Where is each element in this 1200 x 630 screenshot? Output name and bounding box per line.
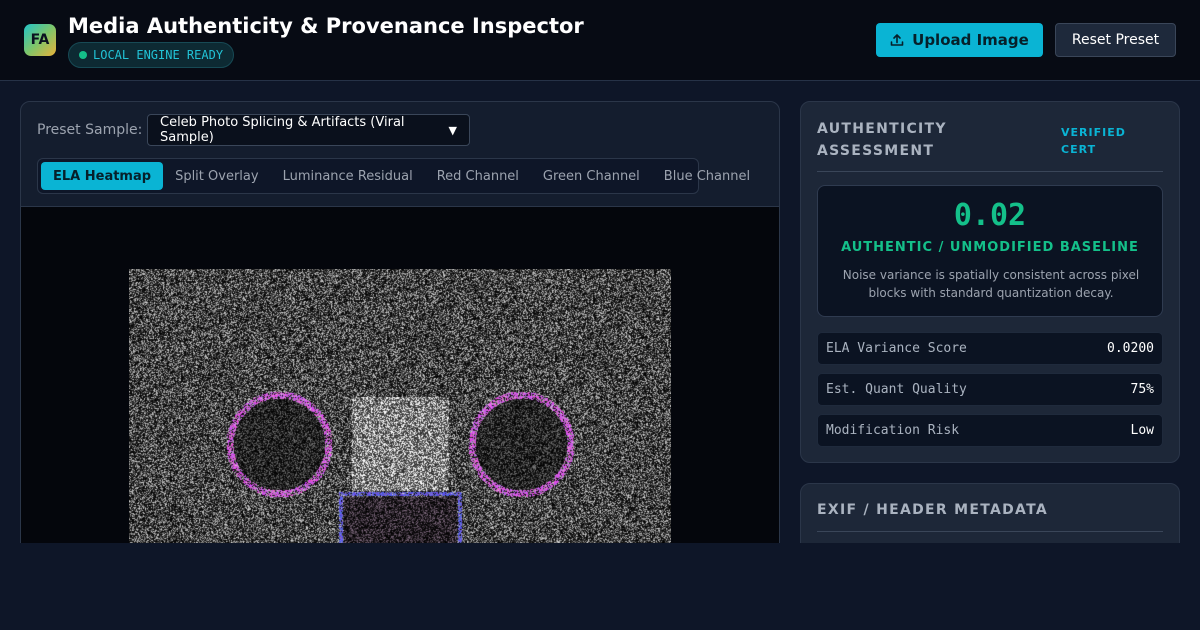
upload-image-label: Upload Image <box>912 31 1029 49</box>
page-background <box>0 543 1200 630</box>
chevron-down-icon: ▼ <box>448 123 457 137</box>
logo-text: FA <box>30 32 50 48</box>
upload-image-button[interactable]: Upload Image <box>876 23 1043 57</box>
tab-blue-channel[interactable]: Blue Channel <box>652 162 762 190</box>
metric-row: Modification Risk Low <box>817 414 1163 447</box>
view-tabs: ELA Heatmap Split Overlay Luminance Resi… <box>37 158 750 194</box>
status-dot-icon <box>79 51 87 59</box>
divider <box>817 531 1163 532</box>
metric-label: Modification Risk <box>826 423 960 438</box>
inspector-panel: Preset Sample: Celeb Photo Splicing & Ar… <box>20 101 780 561</box>
tab-ela-heatmap[interactable]: ELA Heatmap <box>41 162 164 190</box>
metric-label: ELA Variance Score <box>826 341 967 356</box>
authenticity-score: 0.02 <box>953 198 1027 233</box>
upload-icon <box>890 34 904 46</box>
metric-label: Est. Quant Quality <box>826 382 967 397</box>
image-viewer[interactable] <box>21 206 779 560</box>
app-title: Media Authenticity & Provenance Inspecto… <box>68 14 584 38</box>
verified-cert-badge: VERIFIED CERT <box>1061 126 1126 156</box>
top-bar: FA Media Authenticity & Provenance Inspe… <box>0 0 1200 81</box>
verdict-label: AUTHENTIC / UNMODIFIED BASELINE <box>841 240 1139 255</box>
tab-luminance-residual[interactable]: Luminance Residual <box>271 162 425 190</box>
metric-value: 0.0200 <box>1107 341 1154 356</box>
divider <box>817 171 1163 172</box>
preset-select-value: Celeb Photo Splicing & Artifacts (Viral … <box>160 115 405 145</box>
preset-select[interactable]: Celeb Photo Splicing & Artifacts (Viral … <box>147 114 470 146</box>
engine-status-badge: LOCAL ENGINE READY <box>68 42 235 68</box>
metric-row: ELA Variance Score 0.0200 <box>817 332 1163 365</box>
tab-green-channel[interactable]: Green Channel <box>531 162 652 190</box>
preset-label: Preset Sample: <box>37 122 143 138</box>
authenticity-assessment-panel: AUTHENTICITY ASSESSMENT VERIFIED CERT 0.… <box>800 101 1180 463</box>
metric-value: Low <box>1130 423 1154 438</box>
ela-heatmap-image <box>129 269 671 560</box>
reset-preset-button[interactable]: Reset Preset <box>1055 23 1176 57</box>
app-logo: FA <box>24 24 56 56</box>
tab-red-channel[interactable]: Red Channel <box>425 162 531 190</box>
tab-split-overlay[interactable]: Split Overlay <box>163 162 271 190</box>
assessment-title: AUTHENTICITY ASSESSMENT <box>817 121 947 159</box>
engine-status-text: LOCAL ENGINE READY <box>93 48 224 62</box>
metric-value: 75% <box>1130 382 1154 397</box>
verdict-description: Noise variance is spatially consistent a… <box>842 268 1140 300</box>
metric-row: Est. Quant Quality 75% <box>817 373 1163 406</box>
score-card: 0.02 AUTHENTIC / UNMODIFIED BASELINE Noi… <box>817 185 1163 317</box>
exif-title: EXIF / HEADER METADATA <box>817 502 1049 518</box>
